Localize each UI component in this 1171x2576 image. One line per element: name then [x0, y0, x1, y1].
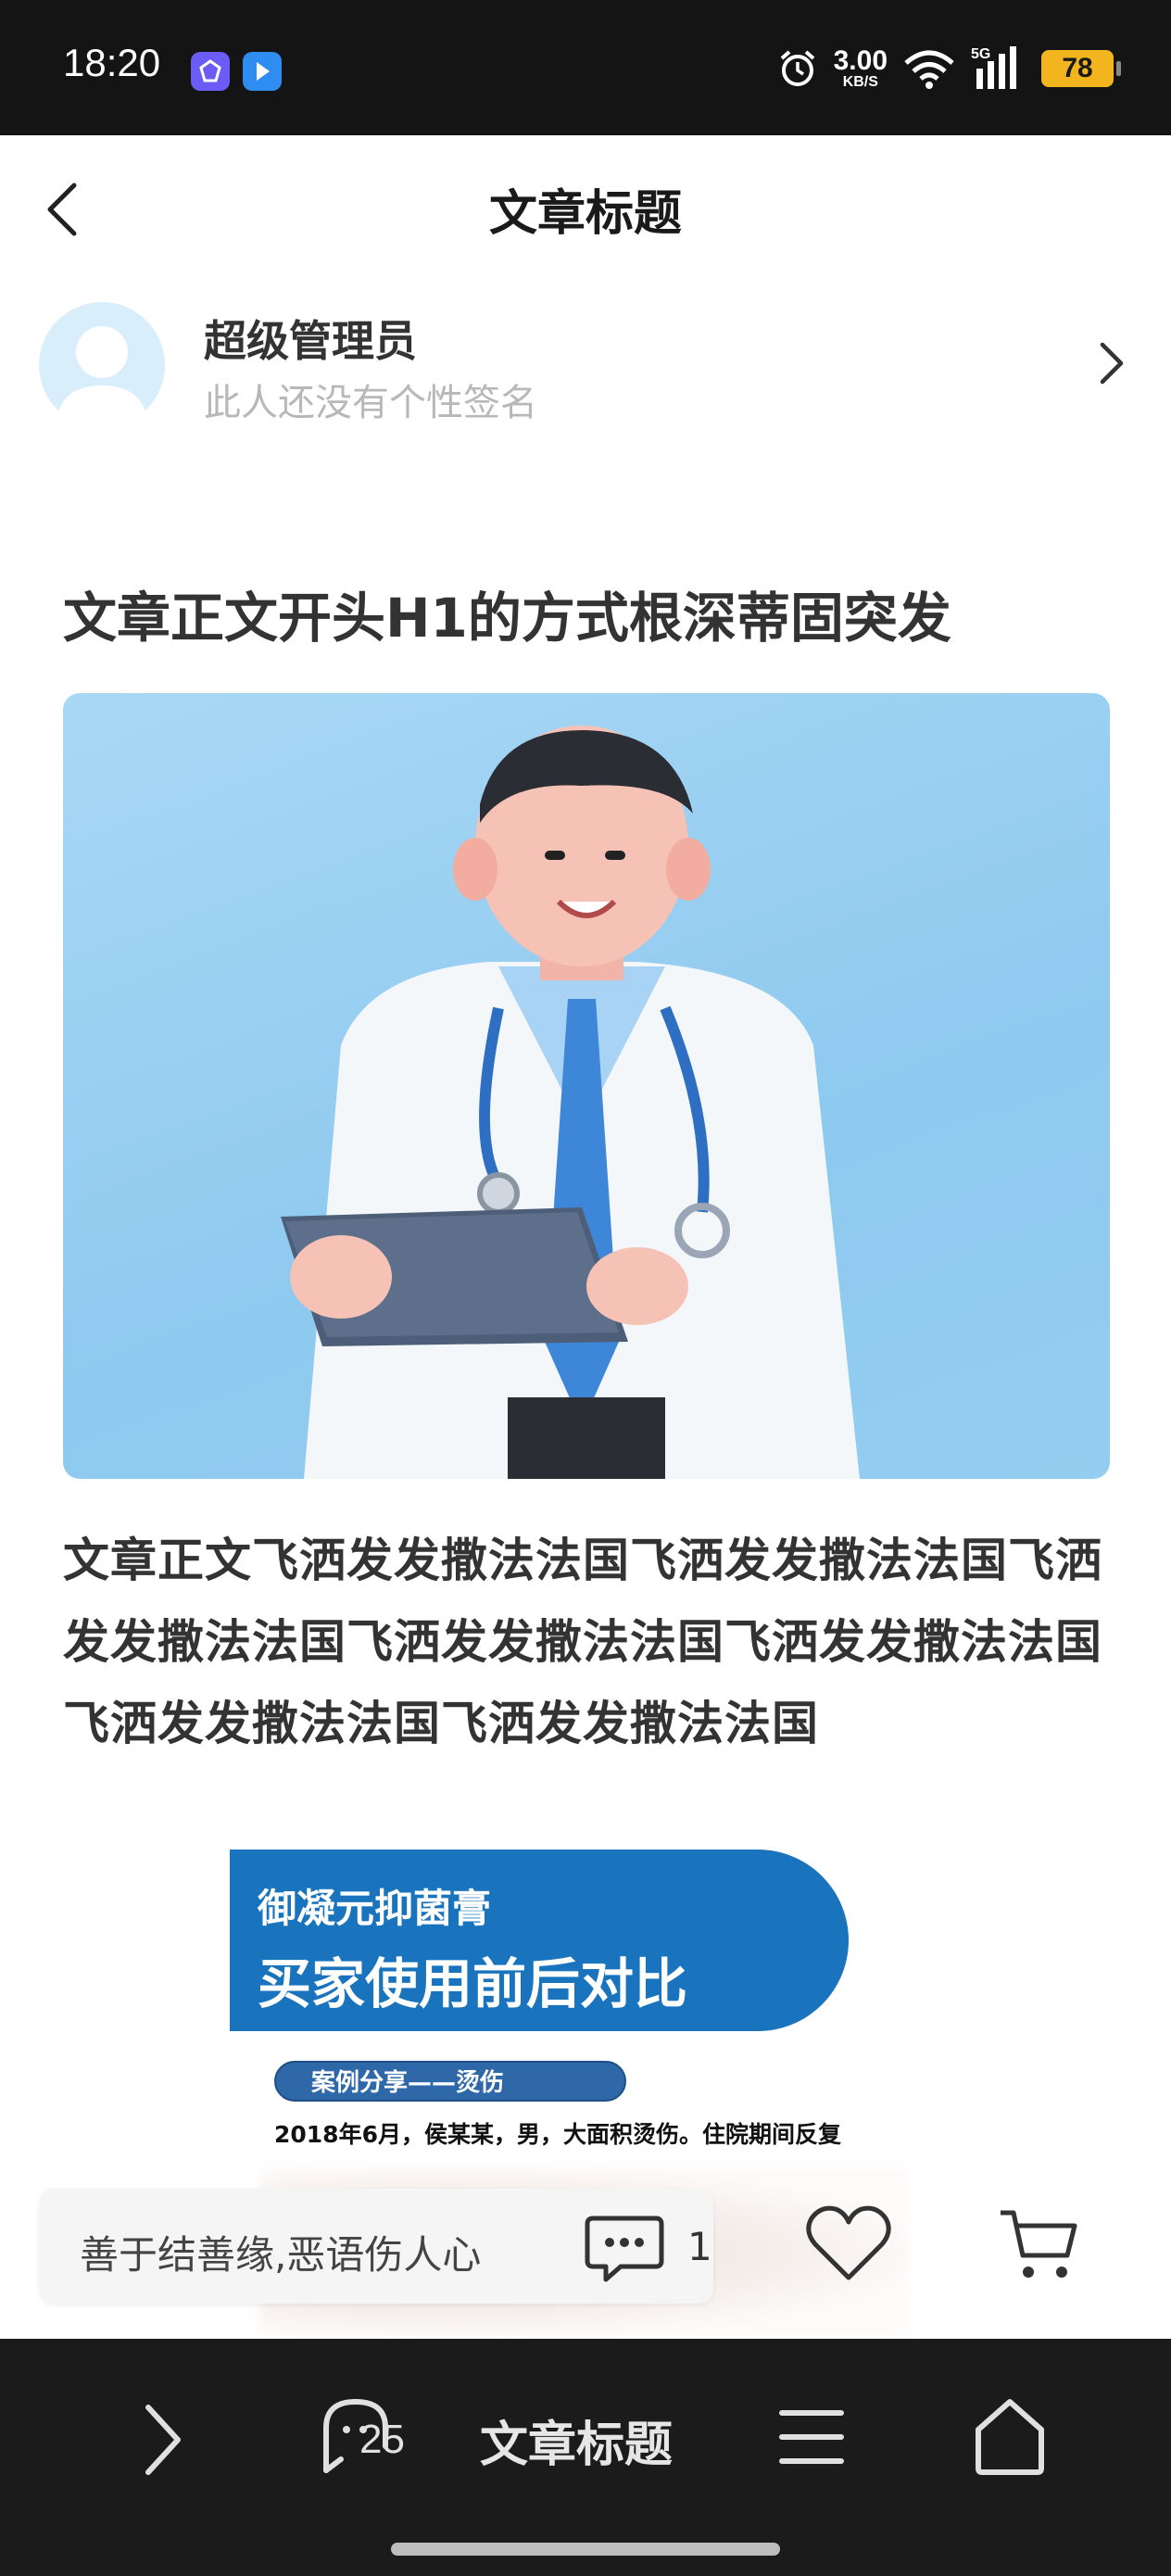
app-notification-icon-2: [243, 52, 282, 91]
cellular-signal: 5G: [971, 46, 1026, 91]
doctor-illustration: [281, 726, 860, 1479]
comments-badge: 25: [359, 2417, 405, 2462]
article-headline: 文章正文开头H1的方式根深蒂固突发: [63, 587, 951, 650]
comment-count: 1: [687, 2224, 712, 2269]
author-row[interactable]: 超级管理员 此人还没有个性签名: [0, 280, 1171, 447]
article-hero-image: [63, 693, 1110, 1479]
signal-bars-icon: [976, 46, 1016, 89]
article-body: 文章正文飞洒发发撒法法国飞洒发发撒法法国飞洒发发撒法法国飞洒发发撒法法国飞洒发发…: [63, 1534, 1102, 1750]
comment-input[interactable]: 善于结善缘,恶语伤人心 1: [39, 2189, 713, 2304]
default-avatar-icon: [56, 326, 148, 428]
nav-bar: 文章标题: [0, 135, 1171, 280]
status-time: 18:20: [63, 41, 161, 84]
promo-image: 御凝元抑菌膏 买家使用前后对比 案例分享——烫伤 2018年6月，侯某某，男，大…: [230, 1850, 869, 2155]
menu-icon[interactable]: [774, 2400, 849, 2474]
comment-placeholder: 善于结善缘,恶语伤人心: [80, 2232, 482, 2278]
home-icon[interactable]: [973, 2396, 1047, 2476]
bottom-toolbar: 25 文章标题: [0, 2339, 1171, 2576]
app-notification-icon: [191, 52, 230, 91]
battery-indicator: 78: [1041, 50, 1121, 87]
status-bar: 18:20 3.00 KB/S 5G 78: [0, 0, 1171, 135]
avatar[interactable]: [39, 302, 165, 428]
promo-subtitle: 御凝元抑菌膏: [258, 1886, 492, 1931]
toolbar-title[interactable]: 文章标题: [480, 2406, 673, 2475]
alarm-icon: [780, 50, 814, 86]
wifi-icon: [904, 50, 954, 89]
promo-title: 买家使用前后对比: [258, 1952, 688, 2015]
chevron-right-icon[interactable]: [1093, 337, 1130, 389]
case-text: 2018年6月，侯某某，男，大面积烫伤。住院期间反复: [274, 2121, 841, 2148]
author-name: 超级管理员: [204, 316, 417, 366]
cart-icon[interactable]: [997, 2205, 1080, 2283]
author-signature: 此人还没有个性签名: [204, 382, 537, 424]
home-indicator[interactable]: [391, 2543, 780, 2556]
heart-icon[interactable]: [804, 2202, 893, 2285]
forward-arrow-icon[interactable]: [135, 2398, 191, 2481]
comment-icon[interactable]: [584, 2211, 665, 2285]
case-label: 案例分享——烫伤: [274, 2061, 626, 2102]
page-title: 文章标题: [488, 186, 682, 242]
promo-banner: 御凝元抑菌膏 买家使用前后对比: [230, 1850, 849, 2031]
network-speed: 3.00 KB/S: [833, 45, 888, 90]
